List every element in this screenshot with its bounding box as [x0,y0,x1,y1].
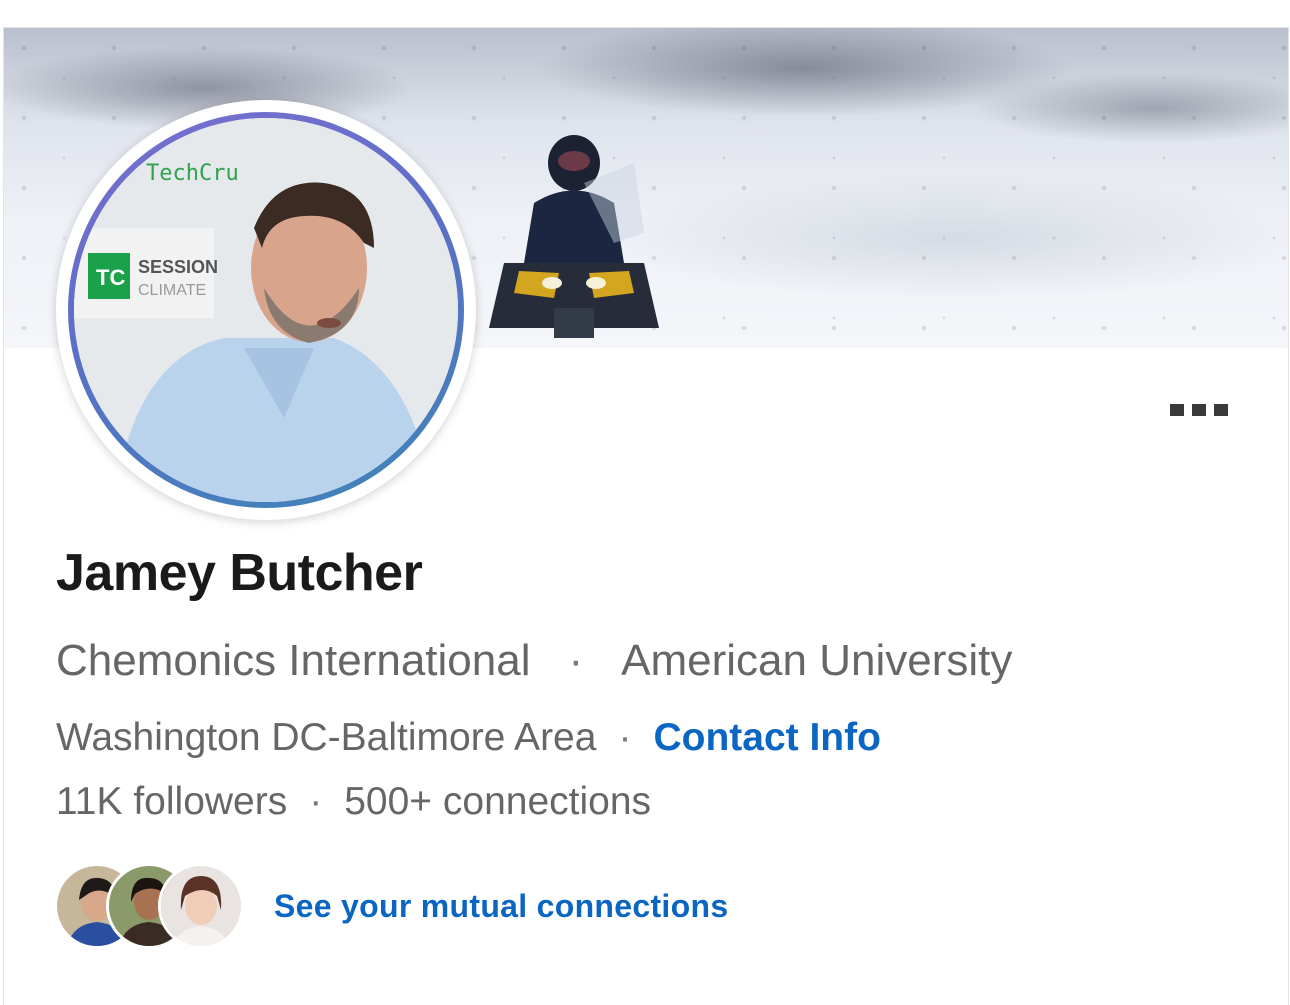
open-to-work-ring: TC SESSION CLIMATE TechCru [68,112,464,508]
profile-stats: 11K followers · 500+ connections [56,780,651,824]
profile-photo: TC SESSION CLIMATE TechCru [74,118,458,502]
svg-text:TechCru: TechCru [146,161,239,186]
svg-text:SESSION: SESSION [138,257,218,277]
contact-info-link[interactable]: Contact Info [653,716,880,759]
mutual-avatar-3 [158,863,244,949]
mutual-connections[interactable]: See your mutual connections [54,860,728,952]
mutual-connections-link[interactable]: See your mutual connections [274,888,728,925]
more-dot-3 [1214,404,1228,416]
followers-count[interactable]: 11K followers [56,780,287,823]
more-dot-2 [1192,404,1206,416]
headline-separator: · [568,636,584,685]
mutual-avatar-3-image [161,866,241,946]
svg-text:TC: TC [96,265,125,290]
profile-location: Washington DC-Baltimore Area [56,716,597,759]
profile-card: TC SESSION CLIMATE TechCru Jamey Butcher… [3,27,1289,1005]
profile-headline: Chemonics International · American Univers… [56,636,1012,686]
profile-location-row: Washington DC-Baltimore Area · Contact Inf… [56,716,881,760]
profile-name: Jamey Butcher [56,544,423,602]
profile-photo-image: TC SESSION CLIMATE TechCru [74,118,458,502]
stats-separator: · [309,780,323,823]
location-separator: · [618,716,632,759]
company-link[interactable]: Chemonics International [56,636,530,685]
school-link[interactable]: American University [621,636,1012,685]
snowmobile-rider-image [489,135,659,338]
more-options-icon[interactable] [1170,400,1236,420]
svg-text:CLIMATE: CLIMATE [138,282,206,299]
profile-frame: TC SESSION CLIMATE TechCru Jamey Butcher… [0,0,1290,1005]
profile-avatar[interactable]: TC SESSION CLIMATE TechCru [56,100,476,520]
more-dot-1 [1170,404,1184,416]
connections-count[interactable]: 500+ connections [344,780,651,823]
